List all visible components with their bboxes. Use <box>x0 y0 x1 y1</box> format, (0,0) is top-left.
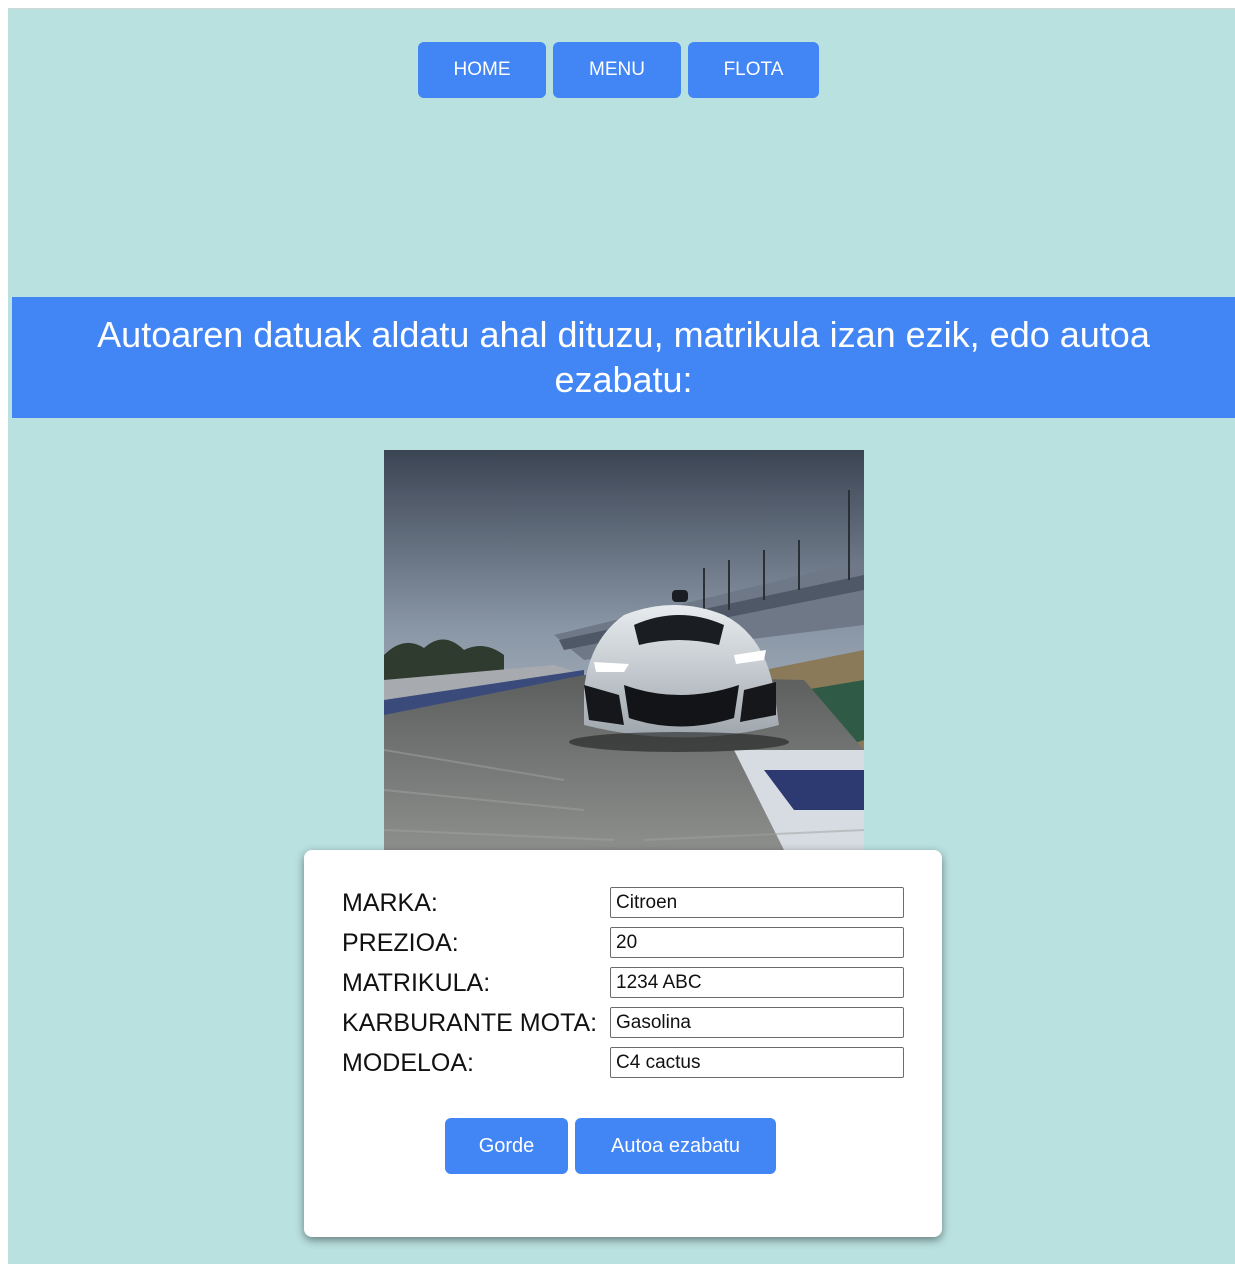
prezioa-input[interactable] <box>610 927 904 958</box>
form-actions: Gorde Autoa ezabatu <box>304 1118 942 1174</box>
modeloa-input[interactable] <box>610 1047 904 1078</box>
form-row-matrikula: MATRIKULA: <box>342 966 912 1000</box>
delete-car-button[interactable]: Autoa ezabatu <box>575 1118 776 1174</box>
save-button[interactable]: Gorde <box>445 1118 568 1174</box>
marka-label: MARKA: <box>342 889 438 917</box>
page-heading-banner: Autoaren datuak aldatu ahal dituzu, matr… <box>12 297 1235 418</box>
page-background: HOME MENU FLOTA Autoaren datuak aldatu a… <box>8 8 1235 1264</box>
karburante-mota-label: KARBURANTE MOTA: <box>342 1009 598 1037</box>
form-row-karburante-mota: KARBURANTE MOTA: <box>342 1006 912 1040</box>
prezioa-label: PREZIOA: <box>342 929 459 957</box>
karburante-mota-input[interactable] <box>610 1007 904 1038</box>
form-row-marka: MARKA: <box>342 886 912 920</box>
car-image <box>384 450 864 850</box>
car-edit-form: MARKA: PREZIOA: MATRIKULA: KARBURANTE MO… <box>304 850 942 1237</box>
matrikula-label: MATRIKULA: <box>342 969 491 997</box>
nav-home-button[interactable]: HOME <box>418 42 546 98</box>
form-row-modeloa: MODELOA: <box>342 1046 912 1080</box>
matrikula-input[interactable] <box>610 967 904 998</box>
form-row-prezioa: PREZIOA: <box>342 926 912 960</box>
nav-flota-button[interactable]: FLOTA <box>688 42 819 98</box>
top-nav: HOME MENU FLOTA <box>8 42 1235 98</box>
modeloa-label: MODELOA: <box>342 1049 474 1077</box>
nav-menu-button[interactable]: MENU <box>553 42 681 98</box>
marka-input[interactable] <box>610 887 904 918</box>
